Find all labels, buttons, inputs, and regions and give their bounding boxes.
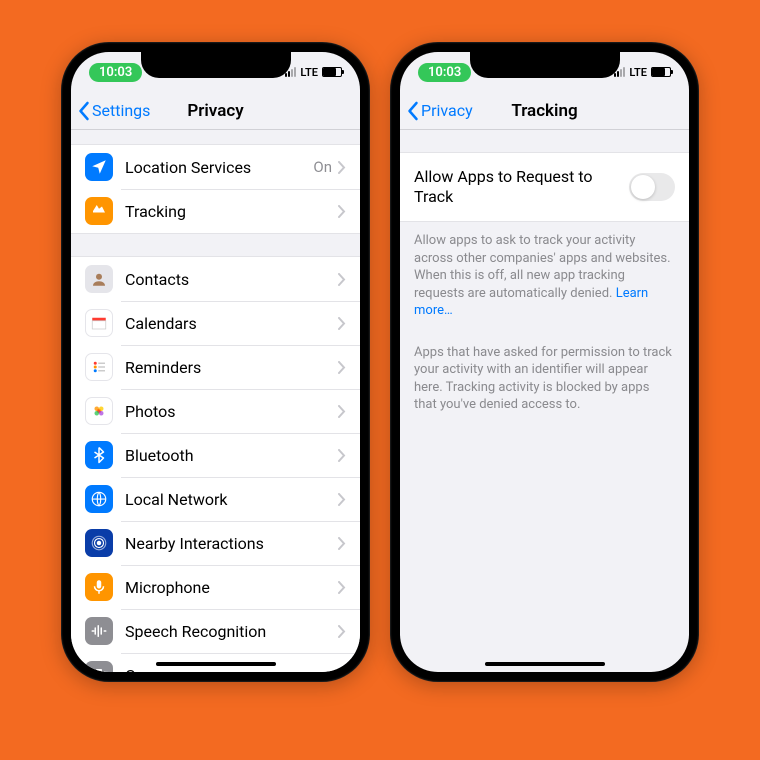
calendar-icon xyxy=(85,309,113,337)
row-reminders[interactable]: Reminders xyxy=(71,345,360,389)
row-label: Reminders xyxy=(125,358,338,377)
chevron-right-icon xyxy=(338,537,346,550)
row-tracking[interactable]: Tracking xyxy=(71,189,360,233)
footer-text-1: Allow apps to ask to track your activity… xyxy=(400,222,689,330)
chevron-right-icon xyxy=(338,361,346,374)
row-label: Tracking xyxy=(125,202,338,221)
chevron-right-icon xyxy=(338,161,346,174)
battery-icon xyxy=(651,67,671,77)
status-time: 10:03 xyxy=(418,63,471,82)
row-label: Photos xyxy=(125,402,338,421)
row-label: Nearby Interactions xyxy=(125,534,338,553)
row-photos[interactable]: Photos xyxy=(71,389,360,433)
chevron-right-icon xyxy=(338,205,346,218)
bluetooth-icon xyxy=(85,441,113,469)
nav-bar: Privacy Tracking xyxy=(400,92,689,130)
status-net: LTE xyxy=(300,66,318,79)
chevron-right-icon xyxy=(338,273,346,286)
group-location: Location Services On Tracking xyxy=(71,144,360,234)
chevron-right-icon xyxy=(338,317,346,330)
status-time: 10:03 xyxy=(89,63,142,82)
status-right: LTE xyxy=(614,66,671,79)
chevron-right-icon xyxy=(338,405,346,418)
row-label: Speech Recognition xyxy=(125,622,338,641)
back-button[interactable]: Privacy xyxy=(406,101,473,121)
toggle-switch[interactable] xyxy=(629,173,675,201)
contacts-icon xyxy=(85,265,113,293)
network-icon xyxy=(85,485,113,513)
nearby-icon xyxy=(85,529,113,557)
chevron-right-icon xyxy=(338,493,346,506)
row-value: On xyxy=(313,158,332,176)
location-icon xyxy=(85,153,113,181)
screen-privacy: 10:03 LTE Settings Privacy Loc xyxy=(71,52,360,672)
row-speech-recognition[interactable]: Speech Recognition xyxy=(71,609,360,653)
row-label: Contacts xyxy=(125,270,338,289)
chevron-right-icon xyxy=(338,669,346,673)
row-local-network[interactable]: Local Network xyxy=(71,477,360,521)
row-calendars[interactable]: Calendars xyxy=(71,301,360,345)
row-bluetooth[interactable]: Bluetooth xyxy=(71,433,360,477)
tracking-icon xyxy=(85,197,113,225)
group-data: Contacts Calendars Reminders xyxy=(71,256,360,672)
row-microphone[interactable]: Microphone xyxy=(71,565,360,609)
phone-tracking: 10:03 LTE Privacy Tracking Allow Apps to… xyxy=(390,42,699,682)
chevron-right-icon xyxy=(338,581,346,594)
page-title: Tracking xyxy=(511,101,577,121)
settings-list: Location Services On Tracking Contacts xyxy=(71,130,360,672)
row-label: Bluetooth xyxy=(125,446,338,465)
chevron-left-icon xyxy=(406,101,419,121)
row-allow-tracking[interactable]: Allow Apps to Request to Track xyxy=(400,153,689,221)
battery-icon xyxy=(322,67,342,77)
speech-icon xyxy=(85,617,113,645)
page-title: Privacy xyxy=(187,101,243,121)
nav-bar: Settings Privacy xyxy=(71,92,360,130)
chevron-right-icon xyxy=(338,625,346,638)
screen-tracking: 10:03 LTE Privacy Tracking Allow Apps to… xyxy=(400,52,689,672)
back-button[interactable]: Settings xyxy=(77,101,150,121)
camera-icon xyxy=(85,661,113,672)
status-right: LTE xyxy=(285,66,342,79)
phone-privacy: 10:03 LTE Settings Privacy Loc xyxy=(61,42,370,682)
group-toggle: Allow Apps to Request to Track xyxy=(400,152,689,222)
home-indicator[interactable] xyxy=(485,662,605,666)
chevron-left-icon xyxy=(77,101,90,121)
row-label: Camera xyxy=(125,666,338,673)
row-label: Microphone xyxy=(125,578,338,597)
row-contacts[interactable]: Contacts xyxy=(71,257,360,301)
back-label: Privacy xyxy=(421,101,473,120)
row-label: Location Services xyxy=(125,158,313,177)
microphone-icon xyxy=(85,573,113,601)
notch xyxy=(141,52,291,78)
chevron-right-icon xyxy=(338,449,346,462)
row-label: Calendars xyxy=(125,314,338,333)
photos-icon xyxy=(85,397,113,425)
footer-text-2: Apps that have asked for permission to t… xyxy=(400,330,689,428)
row-label: Local Network xyxy=(125,490,338,509)
status-net: LTE xyxy=(629,66,647,79)
toggle-label: Allow Apps to Request to Track xyxy=(414,167,629,207)
tracking-content: Allow Apps to Request to Track Allow app… xyxy=(400,130,689,428)
home-indicator[interactable] xyxy=(156,662,276,666)
notch xyxy=(470,52,620,78)
back-label: Settings xyxy=(92,101,150,120)
row-nearby-interactions[interactable]: Nearby Interactions xyxy=(71,521,360,565)
row-location-services[interactable]: Location Services On xyxy=(71,145,360,189)
reminders-icon xyxy=(85,353,113,381)
